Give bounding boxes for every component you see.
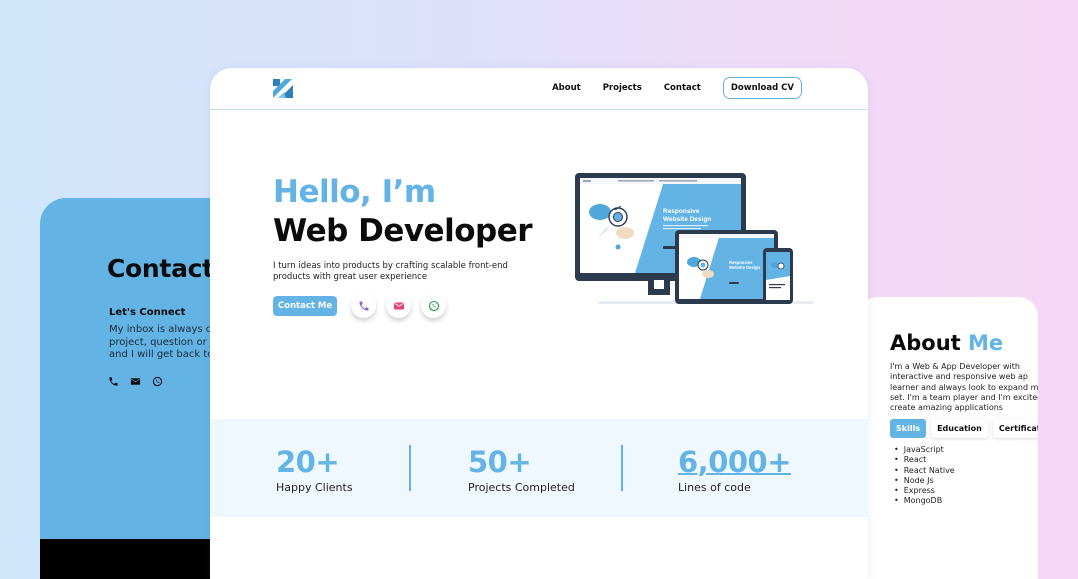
- stat-label: Projects Completed: [468, 481, 575, 494]
- contact-icons: [108, 376, 163, 387]
- stat-number: 50+: [468, 445, 532, 479]
- about-text-line: interactive and responsive web ap: [890, 372, 1028, 382]
- hero-role: Web Developer: [273, 213, 533, 249]
- about-text-line: I'm a Web & App Developer with: [890, 362, 1020, 371]
- tab-skills[interactable]: Skills: [890, 419, 927, 438]
- nav-links: About Projects Contact Download CV: [552, 77, 802, 99]
- list-item: React Native: [894, 466, 955, 476]
- mail-button[interactable]: [386, 293, 411, 318]
- stat-label: Happy Clients: [276, 481, 353, 494]
- monitor-heading: Responsive: [663, 208, 700, 215]
- about-section-card: About Me I'm a Web & App Developer with …: [858, 297, 1038, 579]
- navbar: About Projects Contact Download CV: [210, 68, 868, 110]
- stat-number: 6,000+: [678, 445, 792, 479]
- stat-lines-of-code: 6,000+ Lines of code: [678, 445, 792, 494]
- nav-link-projects[interactable]: Projects: [603, 83, 642, 93]
- whatsapp-icon: [428, 300, 439, 311]
- about-tabs: Skills Education Certificatio: [890, 419, 1038, 438]
- contact-me-button[interactable]: Contact Me: [273, 296, 337, 316]
- about-title-accent: Me: [968, 331, 1004, 355]
- whatsapp-icon[interactable]: [152, 376, 163, 387]
- stats-section: 20+ Happy Clients 50+ Projects Completed…: [210, 419, 868, 517]
- stat-divider: [409, 445, 411, 491]
- phone-button[interactable]: [351, 293, 376, 318]
- phone-icon[interactable]: [108, 376, 119, 387]
- stat-divider: [621, 445, 623, 491]
- list-item: MongoDB: [894, 496, 955, 506]
- list-item: Node Js: [894, 476, 955, 486]
- contact-title: Contact: [107, 254, 214, 283]
- about-text: I'm a Web & App Developer with interacti…: [890, 362, 1038, 413]
- list-item: JavaScript: [894, 445, 955, 455]
- whatsapp-button[interactable]: [421, 293, 446, 318]
- download-cv-button[interactable]: Download CV: [722, 77, 802, 99]
- mail-icon: [393, 302, 404, 309]
- list-item: React: [894, 455, 955, 465]
- stat-happy-clients: 20+ Happy Clients: [276, 445, 353, 494]
- social-links: [351, 293, 446, 318]
- about-text-line: learner and always look to expand m: [890, 382, 1038, 392]
- responsive-devices-illustration: Responsive Website Design Responsive Web…: [575, 173, 814, 304]
- mail-icon[interactable]: [130, 376, 141, 387]
- about-title-main: About: [890, 331, 969, 355]
- hero-greeting: Hello, I’m: [273, 174, 436, 210]
- stat-number: 20+: [276, 445, 340, 479]
- about-title: About Me: [890, 331, 1003, 355]
- tablet-heading-2: Website Design: [729, 265, 761, 270]
- contact-subtitle: Let's Connect: [109, 307, 186, 318]
- stat-label: Lines of code: [678, 481, 751, 494]
- stat-projects-completed: 50+ Projects Completed: [468, 445, 575, 494]
- tab-education[interactable]: Education: [931, 419, 988, 438]
- skills-list: JavaScript React React Native Node Js Ex…: [894, 445, 955, 507]
- nav-link-contact[interactable]: Contact: [664, 83, 701, 93]
- tab-certifications[interactable]: Certificatio: [992, 419, 1038, 438]
- about-text-line: create amazing applications: [890, 403, 1003, 413]
- about-text-line: set. I'm a team player and I'm excited: [890, 392, 1038, 402]
- nav-link-about[interactable]: About: [552, 83, 581, 93]
- portfolio-home-card: About Projects Contact Download CV Hello…: [210, 68, 868, 579]
- list-item: Express: [894, 486, 955, 496]
- logo-icon[interactable]: [272, 77, 294, 99]
- phone-icon: [359, 301, 368, 310]
- monitor-heading-2: Website Design: [663, 216, 711, 223]
- hero-description: I turn ideas into products by crafting s…: [273, 261, 508, 282]
